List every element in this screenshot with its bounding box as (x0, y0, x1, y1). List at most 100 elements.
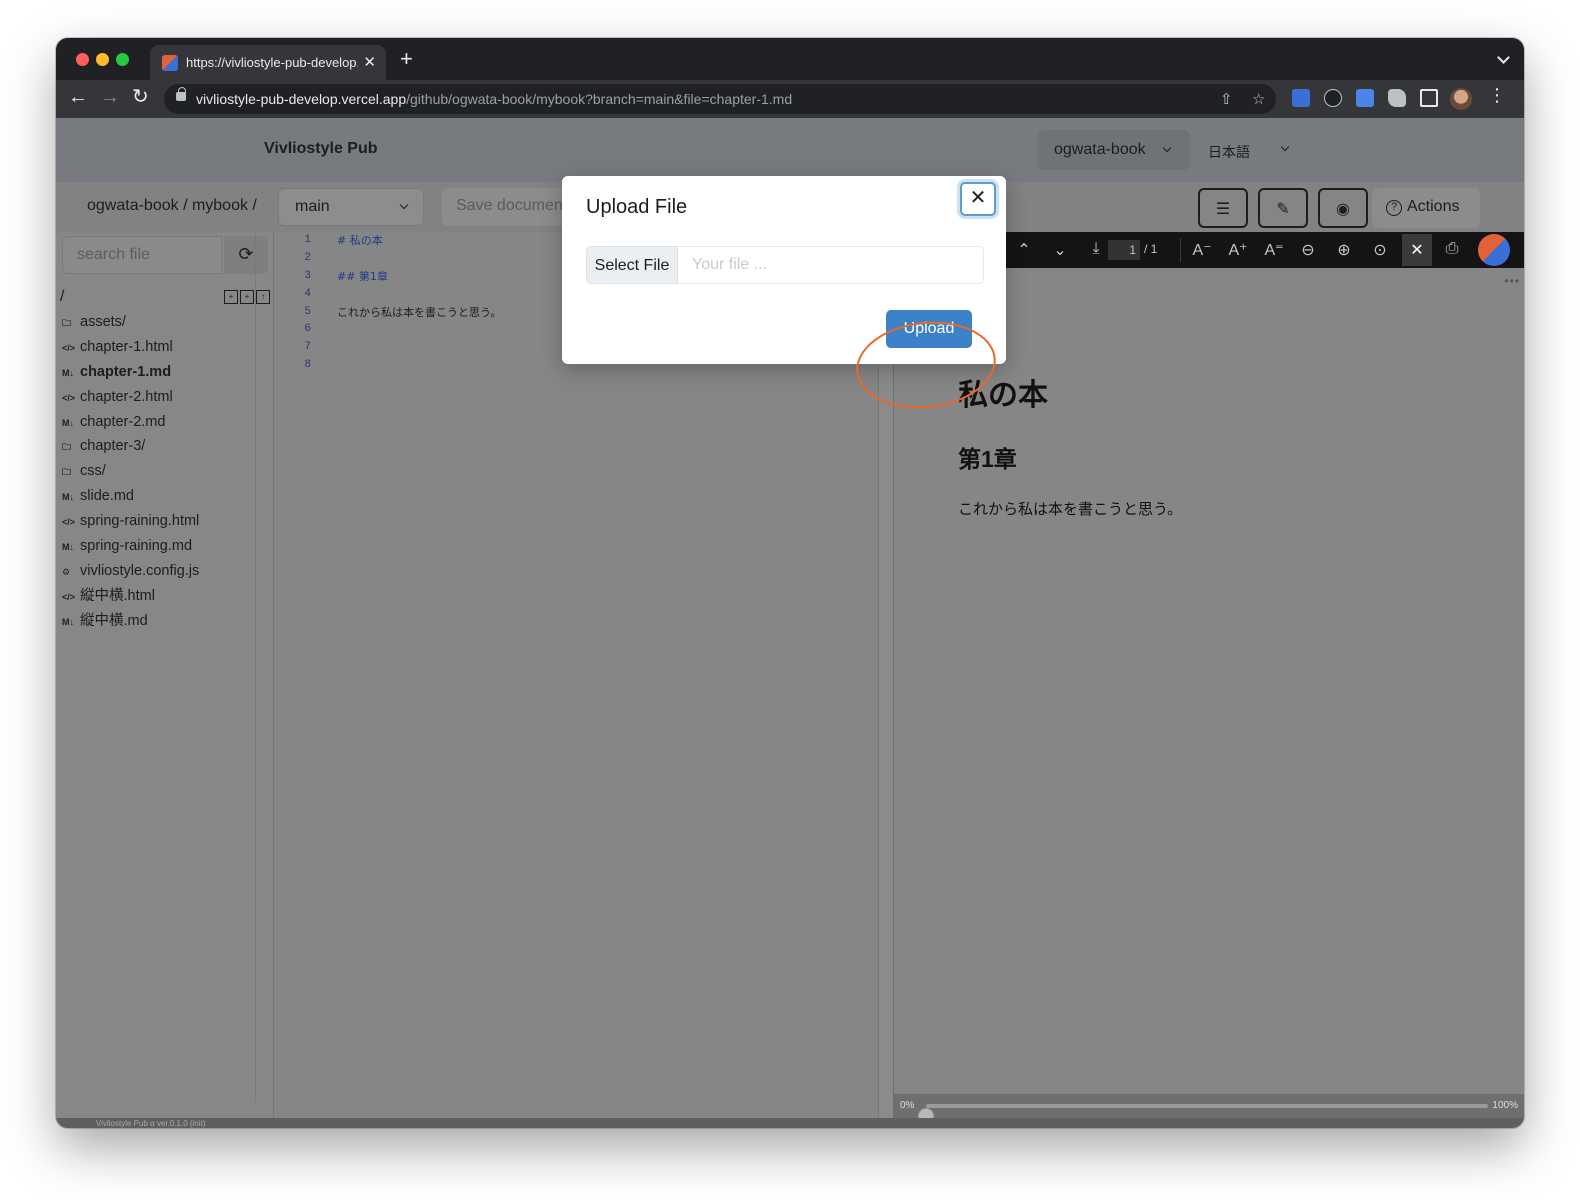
address-bar[interactable]: vivliostyle-pub-develop.vercel.app/githu… (164, 84, 1276, 114)
brand-logo-text[interactable]: Vivliostyle Pub (264, 140, 378, 158)
code-line[interactable]: # 私の本 (337, 232, 501, 250)
code-line[interactable] (337, 250, 501, 268)
markdown-icon: M↓ (62, 492, 74, 503)
side-panel-icon[interactable] (1420, 89, 1438, 107)
file-name: chapter-3/ (80, 438, 146, 455)
preview-view-toggle-button[interactable]: ◉ (1318, 188, 1368, 228)
search-file-field[interactable] (62, 236, 222, 274)
file-item[interactable]: M↓ slide.md (62, 484, 258, 509)
root-directory[interactable]: / (60, 288, 64, 306)
file-item[interactable]: ⚙ vivliostyle.config.js (62, 559, 258, 584)
file-name: chapter-1.html (80, 338, 173, 355)
markdown-editor[interactable]: 1 2 3 4 5 6 7 8 # 私の本 ## 第1章 これから私は本を書こうと思う。 (275, 232, 879, 1128)
google-translate-icon[interactable] (1356, 89, 1374, 107)
chevron-up-icon[interactable]: ⌃ (1012, 240, 1036, 260)
version-text: Vivliostyle Pub α ver.0.1.0 (init) (96, 1119, 206, 1128)
share-icon[interactable]: ⇧ (1220, 90, 1233, 108)
browser-tab[interactable]: https://vivliostyle-pub-develop.vercel.a… (150, 45, 386, 80)
new-folder-icon[interactable]: + (240, 290, 254, 304)
extensions-puzzle-icon[interactable] (1388, 89, 1406, 107)
branch-select[interactable]: main (278, 188, 424, 226)
file-item[interactable]: M↓ chapter-1.md (62, 360, 258, 385)
tab-strip: https://vivliostyle-pub-develop.vercel.a… (56, 38, 1524, 80)
code-line[interactable]: これから私は本を書こうと思う。 (337, 304, 501, 322)
rendered-document: 私の本 第1章 これから私は本を書こうと思う。 (958, 370, 1182, 519)
page-progress-slider[interactable]: 0% 100% (894, 1094, 1524, 1124)
progress-track[interactable] (918, 1104, 1488, 1124)
actions-button[interactable]: ? Actions (1372, 188, 1480, 228)
browser-menu-icon[interactable]: ⋮ (1488, 86, 1506, 104)
zoom-out-icon[interactable]: ⊖ (1296, 240, 1320, 260)
sidebar-scrollbar[interactable] (255, 232, 273, 1102)
fit-to-screen-button[interactable]: ✕ (1402, 234, 1432, 266)
code-line[interactable]: ## 第1章 (337, 268, 501, 286)
file-item[interactable]: 🗀 chapter-3/ (62, 434, 258, 459)
back-icon[interactable]: ← (68, 87, 88, 107)
reload-icon[interactable]: ↻ (132, 87, 149, 107)
file-name-field[interactable] (678, 246, 984, 284)
code-icon: </> (62, 342, 76, 353)
editor-view-toggle-button[interactable]: ✎ (1258, 188, 1308, 228)
minimize-window-button[interactable] (96, 53, 109, 66)
more-dots-icon[interactable]: ••• (1504, 274, 1520, 288)
extension-search-icon[interactable] (1324, 89, 1342, 107)
code-line[interactable] (337, 321, 501, 339)
document-heading-1: 私の本 (958, 379, 1048, 412)
file-item[interactable]: M↓ chapter-2.md (62, 410, 258, 435)
file-name: chapter-2.html (80, 388, 173, 405)
file-item[interactable]: 🗀 assets/ (62, 310, 258, 335)
file-item[interactable]: M↓ 縦中横.md (62, 609, 258, 634)
close-window-button[interactable] (76, 53, 89, 66)
chevron-down-icon[interactable]: ⌄ (1048, 240, 1072, 260)
file-name: css/ (80, 463, 106, 480)
user-menu-button[interactable]: ogwata-book (1038, 130, 1190, 170)
code-line[interactable] (337, 339, 501, 357)
font-size-reset-icon[interactable]: A⁼ (1262, 240, 1286, 260)
branch-value: main (295, 198, 330, 215)
file-name: slide.md (80, 488, 134, 505)
chevron-down-icon[interactable] (1280, 142, 1290, 152)
tab-search-icon[interactable] (1497, 51, 1510, 64)
file-item[interactable]: 🗀 css/ (62, 459, 258, 484)
zoom-in-icon[interactable]: ⊕ (1332, 240, 1356, 260)
file-item[interactable]: </> 縦中横.html (62, 584, 258, 609)
tab-close-icon[interactable]: ✕ (363, 53, 376, 71)
code-icon: </> (62, 591, 76, 602)
code-line[interactable] (337, 357, 501, 375)
status-footer: Vivliostyle Pub α ver.0.1.0 (init) (56, 1118, 1524, 1128)
toolbar-separator (1180, 238, 1181, 262)
file-item[interactable]: </> chapter-1.html (62, 335, 258, 360)
select-file-label: Select File (594, 257, 670, 274)
file-item[interactable]: M↓ spring-raining.md (62, 534, 258, 559)
maximize-window-button[interactable] (116, 53, 129, 66)
question-circle-icon: ? (1386, 200, 1402, 216)
search-file-input[interactable] (63, 237, 221, 273)
file-name-input[interactable] (678, 247, 983, 283)
zoom-actual-size-icon[interactable]: ⊙ (1368, 240, 1392, 260)
markdown-icon: M↓ (62, 367, 74, 378)
code-content[interactable]: # 私の本 ## 第1章 これから私は本を書こうと思う。 (337, 232, 501, 375)
select-file-button[interactable]: Select File (586, 246, 678, 284)
extension-key-icon[interactable] (1292, 89, 1310, 107)
new-file-icon[interactable]: + (224, 290, 238, 304)
bookmark-star-icon[interactable]: ☆ (1252, 90, 1265, 108)
page-total: / 1 (1144, 242, 1158, 256)
tree-view-toggle-button[interactable]: ☰ (1198, 188, 1248, 228)
page-number-input[interactable]: 1 (1108, 240, 1140, 260)
browser-window: https://vivliostyle-pub-develop.vercel.a… (56, 38, 1524, 1128)
new-tab-button[interactable]: + (400, 48, 413, 70)
code-line[interactable] (337, 286, 501, 304)
forward-icon[interactable]: → (100, 87, 120, 107)
file-item[interactable]: </> spring-raining.html (62, 509, 258, 534)
font-size-increase-icon[interactable]: A⁺ (1226, 240, 1250, 260)
file-item[interactable]: </> chapter-2.html (62, 385, 258, 410)
dialog-close-button[interactable]: ✕ (960, 182, 996, 216)
font-size-decrease-icon[interactable]: A⁻ (1190, 240, 1214, 260)
url-text[interactable]: vivliostyle-pub-develop.vercel.app/githu… (196, 91, 792, 107)
vivliostyle-logo[interactable] (1478, 234, 1510, 266)
profile-avatar[interactable] (1450, 88, 1472, 110)
last-page-icon[interactable]: ⤓ (1084, 240, 1108, 258)
print-icon[interactable]: ⎙ (1440, 240, 1464, 258)
lock-icon[interactable] (176, 87, 186, 101)
language-select[interactable]: 日本語 (1208, 142, 1250, 162)
